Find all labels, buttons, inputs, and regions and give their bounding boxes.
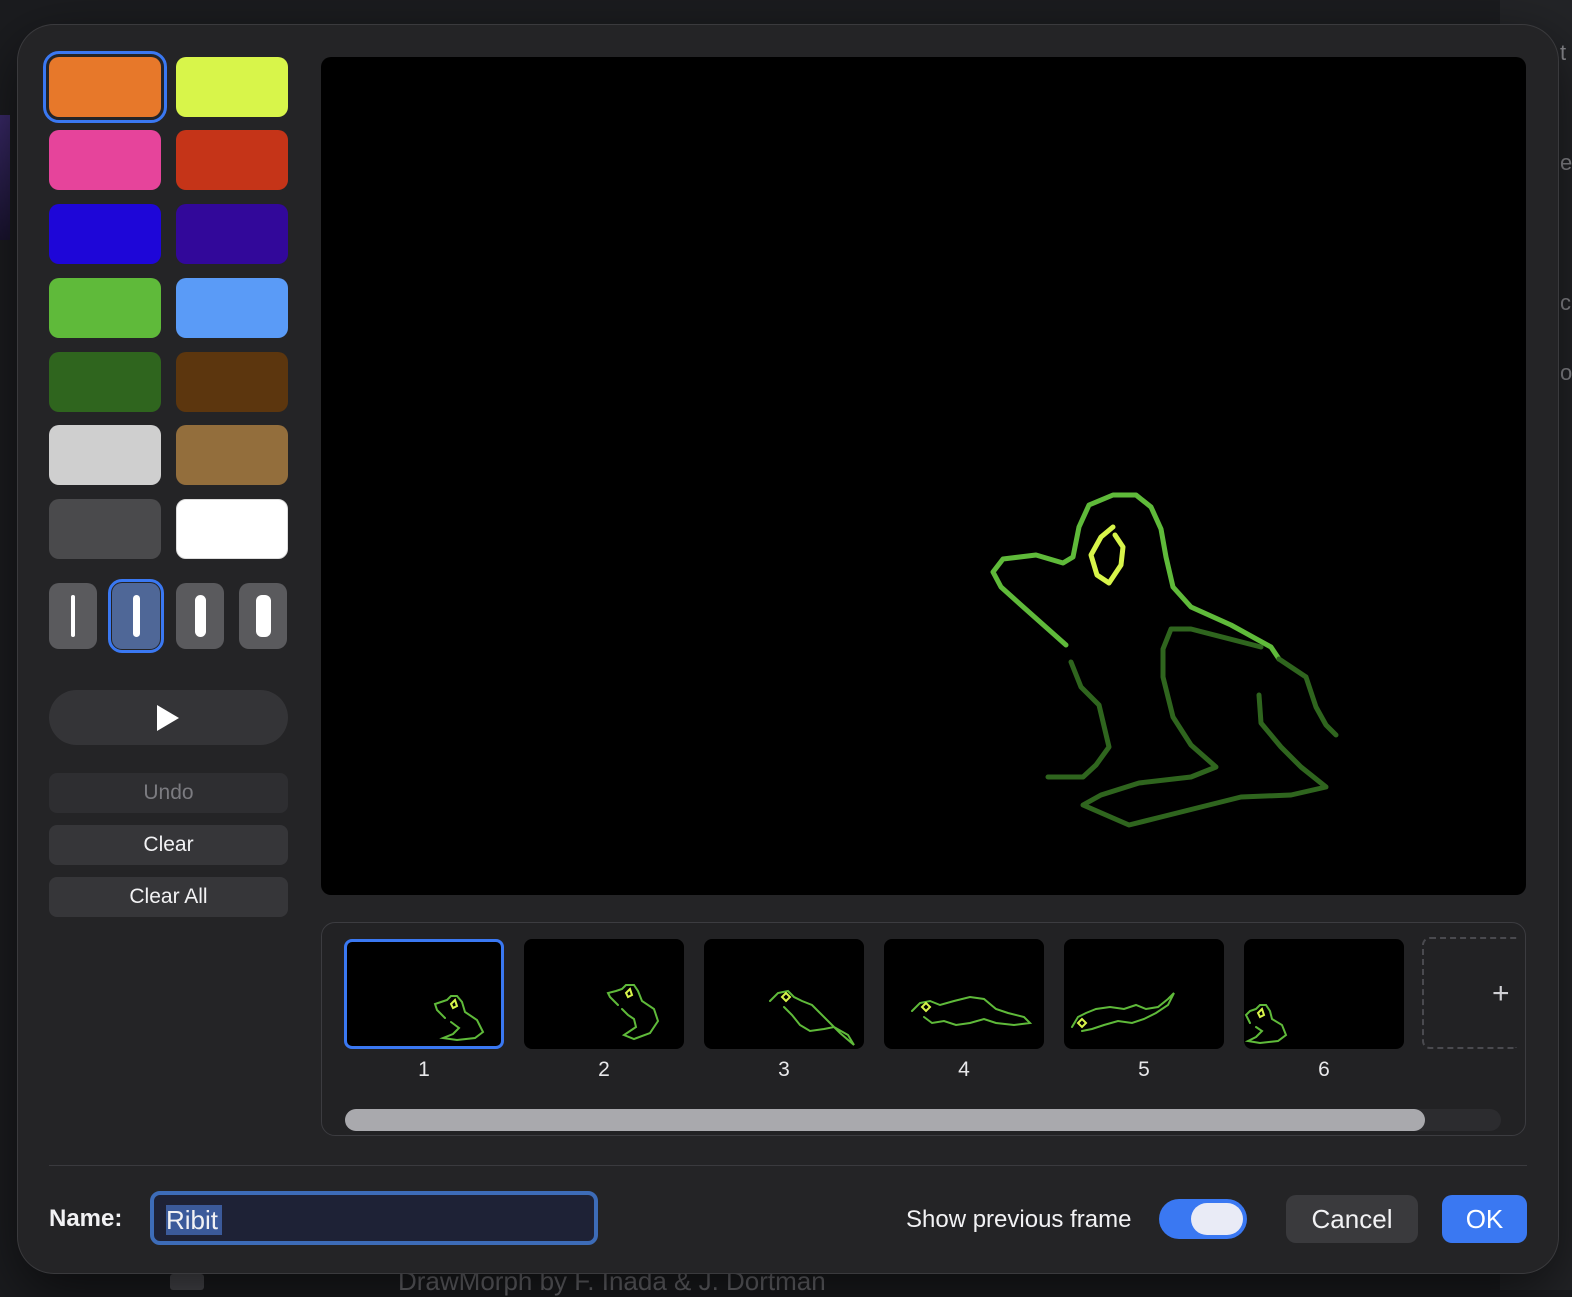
frog-head-stroke [990, 492, 1282, 662]
frame-preview [1244, 1004, 1288, 1045]
plus-icon: + [1492, 977, 1510, 1010]
background-char: t [1560, 40, 1567, 65]
frames-strip: 1 2 3 4 5 6 + [321, 922, 1526, 1136]
play-icon [157, 705, 179, 731]
clear-button[interactable]: Clear [49, 825, 288, 865]
frog-body-stroke [1045, 659, 1112, 780]
frame-thumbnail-2[interactable] [524, 939, 684, 1049]
frame-number-5: 5 [1138, 1058, 1150, 1081]
name-label: Name: [49, 1205, 123, 1232]
frame-thumbnail-1[interactable] [344, 939, 504, 1049]
brush-size-3[interactable] [176, 583, 224, 649]
ok-button[interactable]: OK [1442, 1195, 1527, 1243]
name-field[interactable] [150, 1191, 598, 1245]
frog-leg-stroke [1276, 656, 1339, 738]
background-icon [170, 1274, 204, 1290]
background-char: o [1560, 360, 1572, 385]
undo-button[interactable]: Undo [49, 773, 288, 813]
color-swatch-orange[interactable] [43, 51, 167, 123]
color-swatch-blue[interactable] [49, 204, 161, 264]
color-swatch-dark-green[interactable] [49, 352, 161, 412]
frame-thumbnail-5[interactable] [1064, 939, 1224, 1049]
frame-thumbnail-4[interactable] [884, 939, 1044, 1049]
frames-scrollbar-thumb[interactable] [345, 1109, 1425, 1131]
frame-number-4: 4 [958, 1058, 970, 1081]
frame-preview [433, 995, 485, 1042]
clear-all-button[interactable]: Clear All [49, 877, 288, 917]
name-input[interactable] [164, 1203, 588, 1237]
show-previous-frame-toggle[interactable] [1159, 1199, 1247, 1239]
brush-stroke-icon [255, 595, 271, 637]
frog-eye-stroke [1088, 524, 1126, 586]
color-swatch-dark-gray[interactable] [49, 499, 161, 559]
background-char: c [1560, 290, 1571, 315]
frame-preview [1071, 992, 1175, 1032]
brush-size-4[interactable] [239, 583, 287, 649]
brush-size-1[interactable] [49, 583, 97, 649]
frames-scrollbar-track[interactable] [345, 1109, 1501, 1131]
frame-thumbnail-3[interactable] [704, 939, 864, 1049]
toggle-knob [1191, 1203, 1243, 1235]
color-swatch-indigo[interactable] [176, 204, 288, 264]
play-button[interactable] [49, 690, 288, 745]
frame-preview [769, 989, 855, 1046]
frame-number-3: 3 [778, 1058, 790, 1081]
color-swatch-white[interactable] [176, 499, 288, 559]
brush-stroke-icon [71, 595, 75, 637]
frame-number-1: 1 [418, 1058, 430, 1081]
color-swatch-red[interactable] [176, 130, 288, 190]
frog-body-stroke [1080, 626, 1329, 828]
color-swatch-tan[interactable] [176, 425, 288, 485]
frame-preview [606, 984, 660, 1041]
color-swatch-pink[interactable] [49, 130, 161, 190]
background-char: e [1560, 150, 1572, 175]
frame-number-6: 6 [1318, 1058, 1330, 1081]
add-frame-button[interactable]: + [1422, 937, 1517, 1049]
draw-animation-dialog: Undo Clear Clear All 1 2 3 4 5 6 + Name:… [18, 25, 1558, 1273]
brush-size-2[interactable] [108, 579, 164, 653]
background-thumbnail [0, 115, 10, 240]
footer-divider [49, 1165, 1527, 1166]
color-swatch-lime[interactable] [176, 57, 288, 117]
frame-preview [911, 995, 1033, 1027]
drawing-canvas[interactable] [321, 57, 1526, 895]
frog-drawing [990, 492, 1339, 828]
cancel-button[interactable]: Cancel [1286, 1195, 1418, 1243]
color-swatch-light-blue[interactable] [176, 278, 288, 338]
color-swatch-light-gray[interactable] [49, 425, 161, 485]
show-previous-frame-label: Show previous frame [906, 1206, 1132, 1233]
color-swatch-green[interactable] [49, 278, 161, 338]
frame-thumbnail-6[interactable] [1244, 939, 1404, 1049]
color-swatch-brown[interactable] [176, 352, 288, 412]
brush-stroke-icon [194, 595, 206, 637]
brush-stroke-icon [132, 595, 140, 637]
frame-number-2: 2 [598, 1058, 610, 1081]
